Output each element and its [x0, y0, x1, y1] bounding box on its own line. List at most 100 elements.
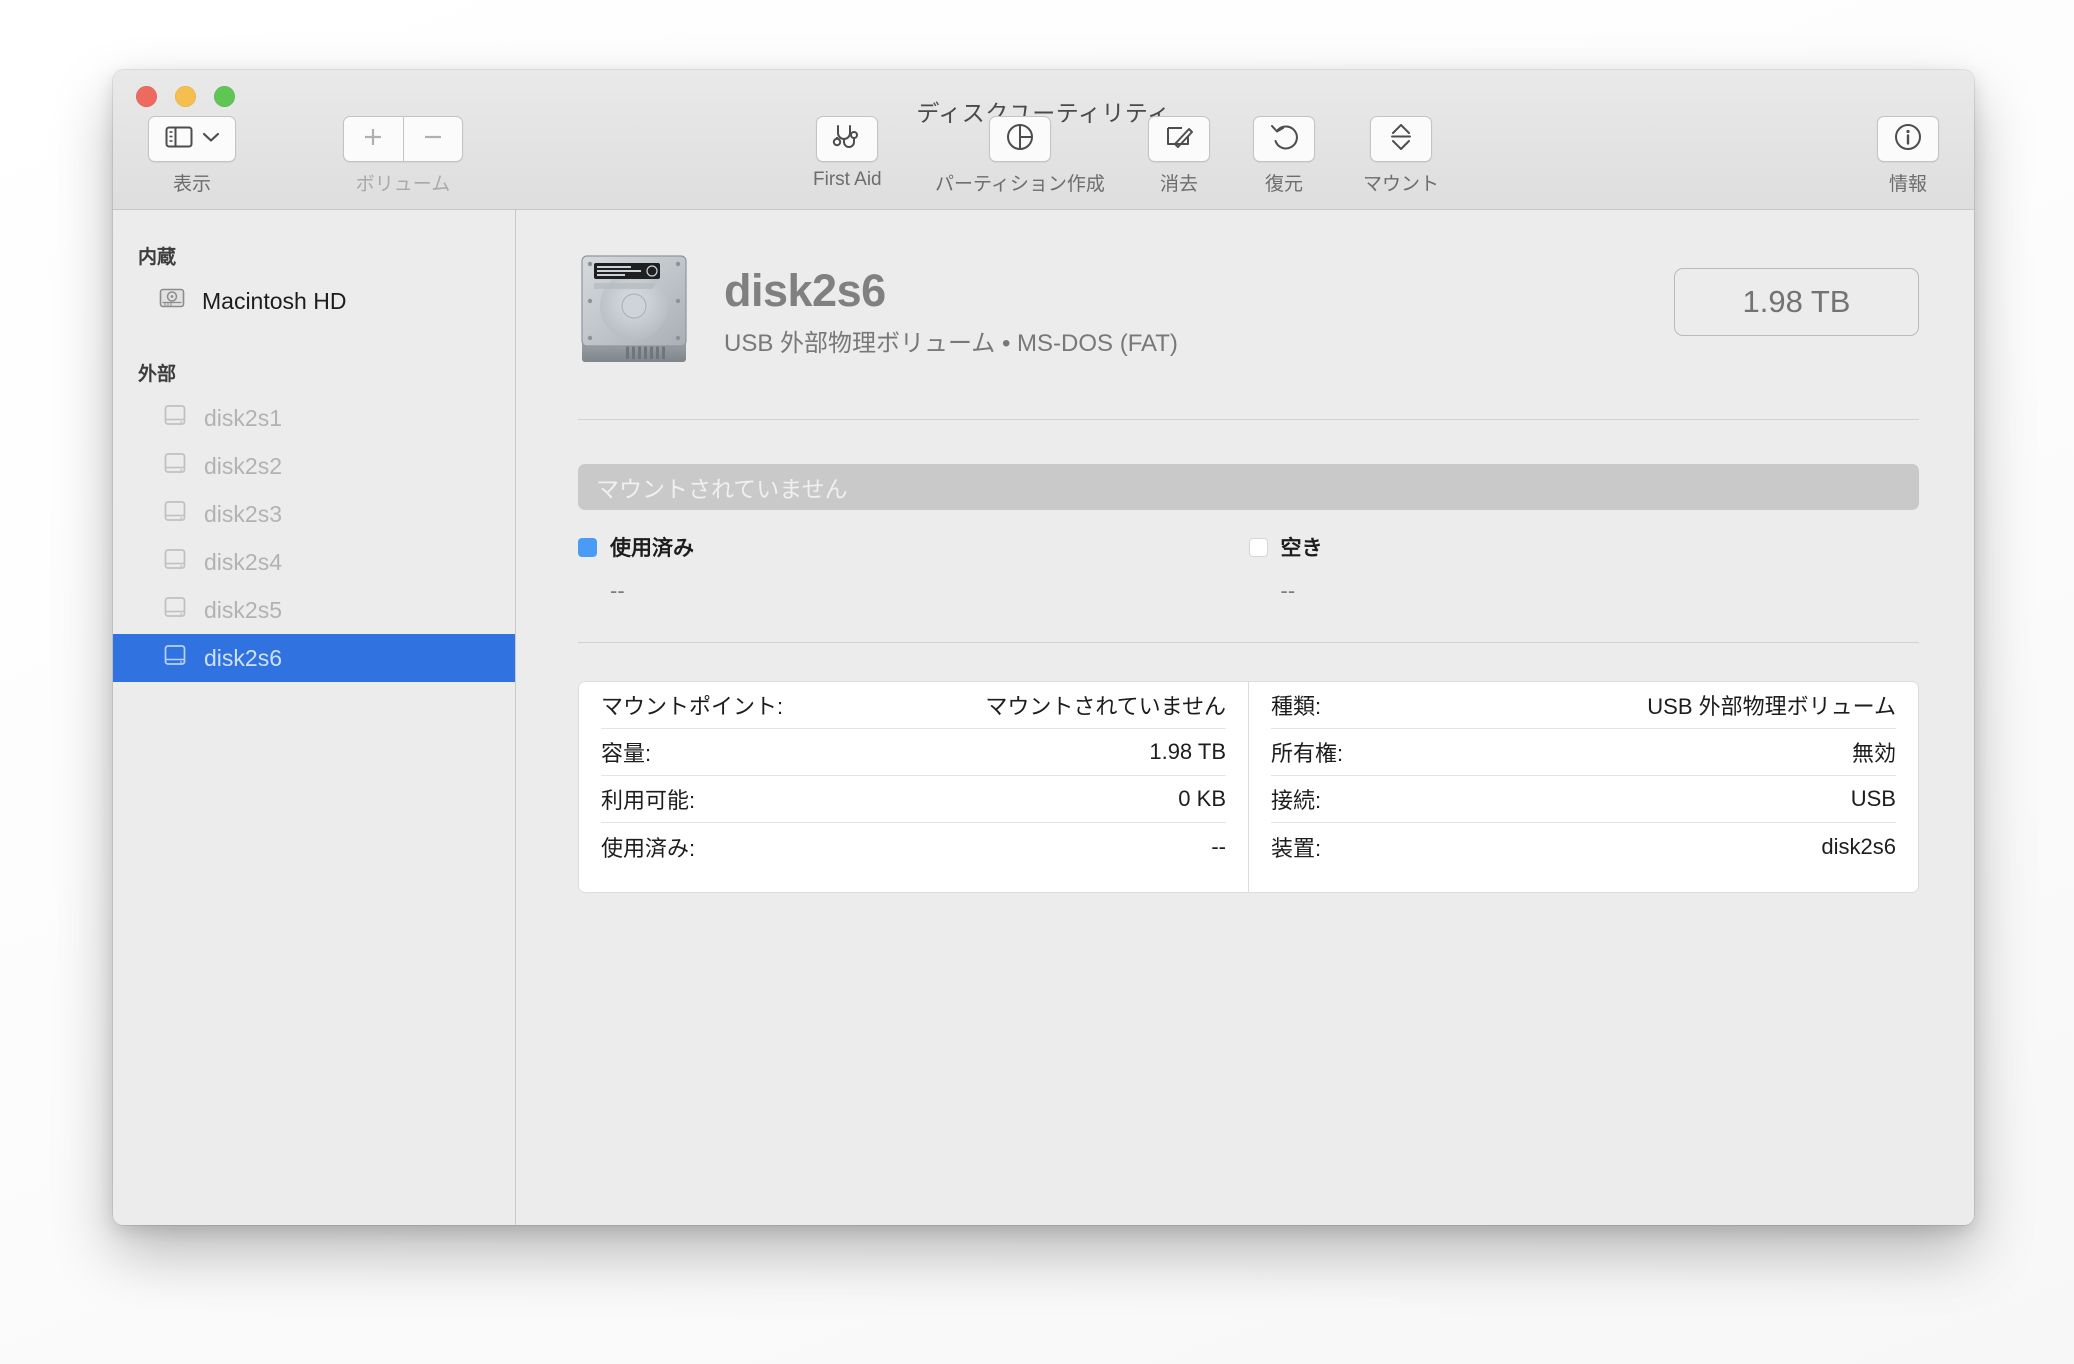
- capacity-badge: 1.98 TB: [1674, 268, 1919, 336]
- volume-label: ボリューム: [355, 174, 451, 195]
- sidebar-item-disk2s1[interactable]: disk2s1: [113, 394, 515, 442]
- disk-utility-window: ディスクユーティリティ 表示 ボリューム First Aid パーティション作成…: [113, 70, 1974, 1225]
- info-row: 使用済み: --: [601, 823, 1226, 870]
- info-row: マウントポイント: マウントされていません: [601, 682, 1226, 729]
- info-value: USB 外部物理ボリューム: [1647, 694, 1896, 719]
- info-key: 使用済み:: [601, 835, 696, 861]
- volume-header: disk2s6 USB 外部物理ボリューム • MS-DOS (FAT) 1.9…: [578, 250, 1919, 373]
- mount-button[interactable]: [1370, 116, 1432, 162]
- external-drive-icon: [161, 497, 189, 531]
- sidebar-item-label: disk2s4: [204, 548, 282, 575]
- info-key: 容量:: [601, 741, 652, 766]
- stethoscope-icon: [832, 123, 862, 156]
- usage-legend: 使用済み -- 空き --: [578, 532, 1919, 604]
- volume-subtitle: USB 外部物理ボリューム • MS-DOS (FAT): [724, 329, 1178, 357]
- toolbar: ディスクユーティリティ 表示 ボリューム First Aid パーティション作成…: [113, 70, 1974, 210]
- restore-undo-icon: [1269, 122, 1299, 157]
- usage-divider: [578, 642, 1919, 643]
- legend-swatch-used: [578, 537, 597, 557]
- add-volume-button[interactable]: [344, 117, 403, 161]
- sidebar-item-label: disk2s5: [204, 596, 282, 623]
- restore-button[interactable]: [1253, 116, 1315, 162]
- info-value: USB: [1850, 786, 1896, 811]
- legend-used: 使用済み --: [578, 532, 1249, 604]
- info-column-left: マウントポイント: マウントされていません 容量: 1.98 TB 利用可能: …: [579, 682, 1248, 892]
- sidebar-item-disk2s4[interactable]: disk2s4: [113, 538, 515, 586]
- legend-free-value: --: [1280, 578, 1296, 603]
- info-row: 接続: USB: [1271, 776, 1896, 823]
- plus-icon: [361, 125, 385, 154]
- info-row: 容量: 1.98 TB: [601, 729, 1226, 776]
- legend-used-value: --: [610, 578, 625, 603]
- chevron-down-icon: [202, 130, 220, 148]
- usage-bar-text: マウントされていません: [596, 476, 848, 502]
- info-row: 利用可能: 0 KB: [601, 776, 1226, 823]
- sidebar-item-disk2s5[interactable]: disk2s5: [113, 586, 515, 634]
- sidebar-item-label: disk2s3: [204, 500, 282, 527]
- info-value: 無効: [1851, 741, 1896, 766]
- view-button[interactable]: [148, 116, 236, 162]
- volume-name: disk2s6: [724, 265, 886, 317]
- detail-pane: disk2s6 USB 外部物理ボリューム • MS-DOS (FAT) 1.9…: [516, 210, 1974, 1225]
- info-key: 接続:: [1271, 788, 1322, 813]
- volume-segmented-control: [343, 116, 463, 162]
- external-drive-icon: [161, 449, 189, 483]
- mount-eject-icon: [1387, 122, 1415, 157]
- legend-free: 空き --: [1248, 532, 1920, 604]
- erase-group: 消去: [1148, 116, 1210, 196]
- legend-used-label: 使用済み: [610, 537, 694, 560]
- info-value: disk2s6: [1821, 833, 1896, 859]
- first-aid-group: First Aid: [813, 116, 882, 191]
- external-drive-icon: [161, 641, 189, 675]
- external-drive-icon: [161, 545, 189, 579]
- sidebar-heading-internal: 内蔵: [138, 247, 177, 268]
- window-body: 内蔵 Macintosh HD 外部 disk2s1 disk2s2 disk2…: [113, 210, 1974, 1225]
- mount-label: マウント: [1363, 174, 1440, 195]
- info-key: 利用可能:: [601, 788, 696, 813]
- sidebar-item-disk2s3[interactable]: disk2s3: [113, 490, 515, 538]
- sidebar-view-icon: [165, 125, 193, 154]
- sidebar: 内蔵 Macintosh HD 外部 disk2s1 disk2s2 disk2…: [113, 210, 516, 1225]
- sidebar-item-label: disk2s2: [204, 452, 282, 479]
- legend-free-label: 空き: [1280, 537, 1323, 560]
- info-circle-icon: [1893, 122, 1923, 157]
- info-value: --: [1211, 833, 1226, 859]
- sidebar-item-disk2s2[interactable]: disk2s2: [113, 442, 515, 490]
- view-toolbar-group: 表示: [148, 116, 236, 196]
- info-key: 装置:: [1271, 835, 1322, 861]
- restore-label: 復元: [1264, 174, 1303, 195]
- sidebar-item-label: disk2s1: [204, 404, 282, 431]
- info-value: 0 KB: [1178, 786, 1226, 811]
- usage-bar: マウントされていません: [578, 464, 1919, 510]
- partition-label: パーティション作成: [935, 174, 1105, 195]
- info-row: 装置: disk2s6: [1271, 823, 1896, 870]
- mount-group: マウント: [1363, 116, 1439, 196]
- legend-swatch-free: [1248, 537, 1268, 557]
- info-column-right: 種類: USB 外部物理ボリューム 所有権: 無効 接続: USB 装置: di…: [1248, 682, 1918, 892]
- info-row: 所有権: 無効: [1271, 729, 1896, 776]
- info-label: 情報: [1888, 174, 1927, 195]
- sidebar-item-label: disk2s6: [204, 644, 282, 671]
- info-row: 種類: USB 外部物理ボリューム: [1271, 682, 1896, 729]
- sidebar-heading-external: 外部: [138, 364, 177, 385]
- info-value: マウントされていません: [985, 694, 1226, 719]
- partition-button[interactable]: [988, 116, 1051, 162]
- info-key: マウントポイント:: [601, 694, 784, 719]
- sidebar-item-disk2s6[interactable]: disk2s6: [113, 634, 515, 682]
- erase-pencil-icon: [1164, 122, 1194, 157]
- remove-volume-button[interactable]: [402, 117, 463, 161]
- info-value: 1.98 TB: [1149, 739, 1226, 764]
- restore-group: 復元: [1253, 116, 1315, 196]
- hard-disk-icon: [578, 250, 690, 373]
- volume-toolbar-group: ボリューム: [343, 116, 463, 196]
- external-drive-icon: [161, 593, 189, 627]
- minus-icon: [421, 125, 445, 154]
- info-button[interactable]: [1877, 116, 1939, 162]
- erase-button[interactable]: [1148, 116, 1210, 162]
- first-aid-label: First Aid: [813, 169, 882, 190]
- internal-drive-icon: [157, 283, 187, 319]
- partition-pie-icon: [1005, 122, 1035, 157]
- first-aid-button[interactable]: [816, 116, 879, 162]
- sidebar-item-macintosh-hd[interactable]: Macintosh HD: [113, 277, 515, 325]
- info-toolbar-group: 情報: [1877, 116, 1939, 196]
